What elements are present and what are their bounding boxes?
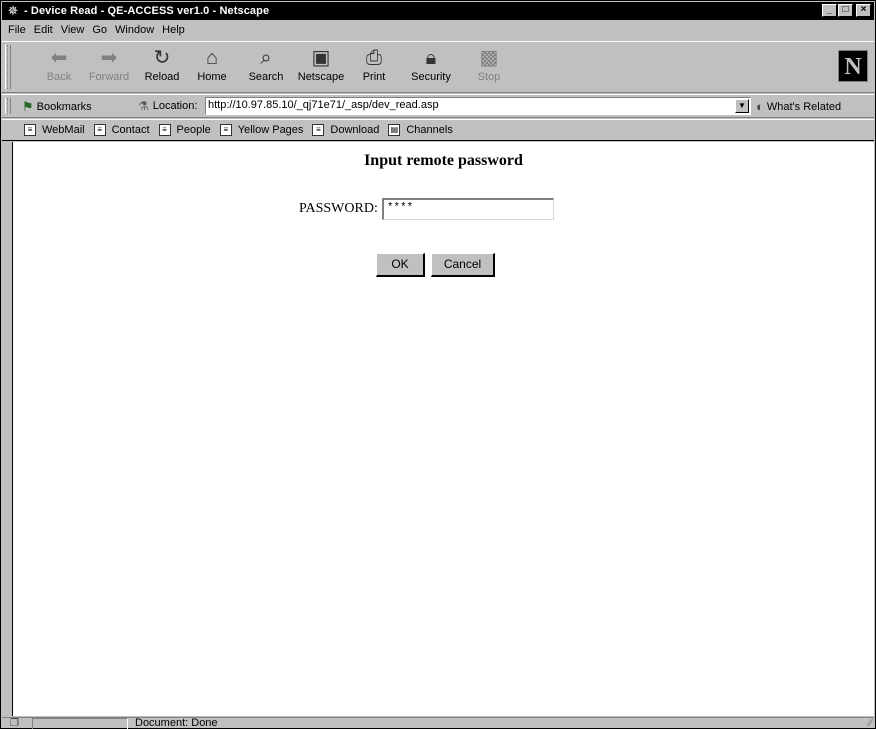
menu-view[interactable]: View <box>59 24 91 36</box>
security-label: Security <box>411 71 451 83</box>
bookmark-page-icon: ≡ <box>219 124 232 136</box>
status-text: Document: Done <box>135 717 218 729</box>
home-icon: ⌂ <box>205 47 219 69</box>
menu-help[interactable]: Help <box>160 24 191 36</box>
bookmark-page-icon: ≡ <box>158 124 171 136</box>
back-button[interactable]: ⬅ Back <box>32 45 86 89</box>
menu-file[interactable]: File <box>6 24 32 36</box>
netscape-button[interactable]: ▣ Netscape <box>294 45 348 89</box>
password-row: PASSWORD: **** <box>299 198 554 220</box>
search-button[interactable]: ⌕ Search <box>239 45 293 89</box>
progress-panel <box>32 718 128 729</box>
bookmark-channels[interactable]: ▤ Channels <box>388 124 453 136</box>
password-label: PASSWORD: <box>299 201 378 216</box>
bookmark-contact[interactable]: ≡ Contact <box>93 124 150 136</box>
print-button[interactable]: ⎙ Print <box>347 45 401 89</box>
menu-edit[interactable]: Edit <box>32 24 59 36</box>
whats-related-button[interactable]: ◐ What's Related <box>756 99 841 114</box>
window-controls: _ □ × <box>821 4 871 17</box>
bookmark-yellow-pages[interactable]: ≡ Yellow Pages <box>219 124 304 136</box>
page-content: Input remote password PASSWORD: **** OK … <box>12 142 874 716</box>
stop-icon: ▩ <box>479 47 499 69</box>
bookmark-label: Contact <box>111 124 150 136</box>
netscape-app-icon[interactable]: ✵ <box>5 4 21 18</box>
my-netscape-icon: ▣ <box>311 47 331 69</box>
menu-go[interactable]: Go <box>90 24 113 36</box>
location-page-icon[interactable]: ⚗ <box>138 99 149 113</box>
menu-bar: File Edit View Go Window Help <box>2 21 874 39</box>
channels-icon: ▤ <box>388 124 401 136</box>
reload-label: Reload <box>144 71 180 83</box>
status-bar: ❐ Document: Done ∕∕ <box>2 717 874 729</box>
bookmark-label: WebMail <box>42 124 85 136</box>
minimize-button[interactable]: _ <box>822 4 837 17</box>
bookmark-webmail[interactable]: ≡ WebMail <box>24 124 85 136</box>
resize-grip[interactable]: ∕∕ <box>869 718 872 729</box>
whats-related-label: What's Related <box>766 100 842 113</box>
print-icon: ⎙ <box>366 47 382 69</box>
security-button[interactable]: 🔒︎ Security <box>404 45 458 89</box>
home-label: Home <box>197 71 227 83</box>
toolbar-grip[interactable] <box>5 45 11 89</box>
bookmarks-button[interactable]: ⚑ Bookmarks <box>22 99 92 115</box>
close-button[interactable]: × <box>856 4 871 17</box>
forward-arrow-icon: ➡ <box>100 47 118 69</box>
url-dropdown-button[interactable]: ▼ <box>735 99 749 113</box>
page-heading: Input remote password <box>364 152 523 169</box>
bookmark-page-icon: ≡ <box>93 124 106 136</box>
maximize-button[interactable]: □ <box>838 4 853 17</box>
search-icon: ⌕ <box>260 47 272 69</box>
home-button[interactable]: ⌂ Home <box>185 45 239 89</box>
bookmark-label: Download <box>330 124 380 136</box>
location-label: ⚗ Location: <box>138 99 197 113</box>
search-label: Search <box>248 71 284 83</box>
whats-related-icon: ◐ <box>756 99 764 114</box>
bookmarks-icon: ⚑ <box>22 99 34 114</box>
bookmarks-label: Bookmarks <box>36 101 92 113</box>
bookmark-page-icon: ≡ <box>24 124 36 136</box>
cancel-button[interactable]: Cancel <box>431 253 495 277</box>
password-input[interactable]: **** <box>381 198 554 220</box>
button-row: OK Cancel <box>376 253 495 277</box>
bookmark-label: Channels <box>406 124 453 136</box>
location-toolbar: ⚑ Bookmarks ⚗ Location: http://10.97.85.… <box>2 94 874 118</box>
window-title: - Device Read - QE-ACCESS ver1.0 - Netsc… <box>24 5 270 17</box>
location-grip[interactable] <box>5 98 11 114</box>
bookmark-download[interactable]: ≡ Download <box>312 124 379 136</box>
print-label: Print <box>362 71 386 83</box>
ok-button[interactable]: OK <box>376 253 425 277</box>
url-input[interactable]: http://10.97.85.10/_qj71e71/_asp/dev_rea… <box>205 97 751 115</box>
back-arrow-icon: ⬅ <box>50 47 68 69</box>
location-label-text: Location: <box>152 100 198 112</box>
back-label: Back <box>46 71 72 83</box>
forward-label: Forward <box>88 71 130 83</box>
netscape-label: Netscape <box>297 71 345 83</box>
browser-window: ✵ - Device Read - QE-ACCESS ver1.0 - Net… <box>0 0 876 729</box>
bookmark-label: People <box>176 124 211 136</box>
reload-icon: ↻ <box>153 47 171 69</box>
netscape-logo[interactable]: N <box>838 50 868 82</box>
bookmark-page-icon: ≡ <box>312 124 325 136</box>
forward-button[interactable]: ➡ Forward <box>82 45 136 89</box>
bookmark-label: Yellow Pages <box>237 124 304 136</box>
title-bar[interactable]: ✵ - Device Read - QE-ACCESS ver1.0 - Net… <box>2 2 874 20</box>
navigation-toolbar: ⬅ Back ➡ Forward ↻ Reload ⌂ Home ⌕ Searc… <box>2 41 874 93</box>
bookmark-people[interactable]: ≡ People <box>158 124 211 136</box>
stop-label: Stop <box>477 71 501 83</box>
reload-button[interactable]: ↻ Reload <box>135 45 189 89</box>
lock-icon: 🔒︎ <box>425 47 437 69</box>
personal-toolbar: ≡ WebMail ≡ Contact ≡ People ≡ Yellow Pa… <box>2 119 874 141</box>
stop-button[interactable]: ▩ Stop <box>462 45 516 89</box>
security-status-icon[interactable]: ❐ <box>10 718 26 729</box>
menu-window[interactable]: Window <box>113 24 160 36</box>
